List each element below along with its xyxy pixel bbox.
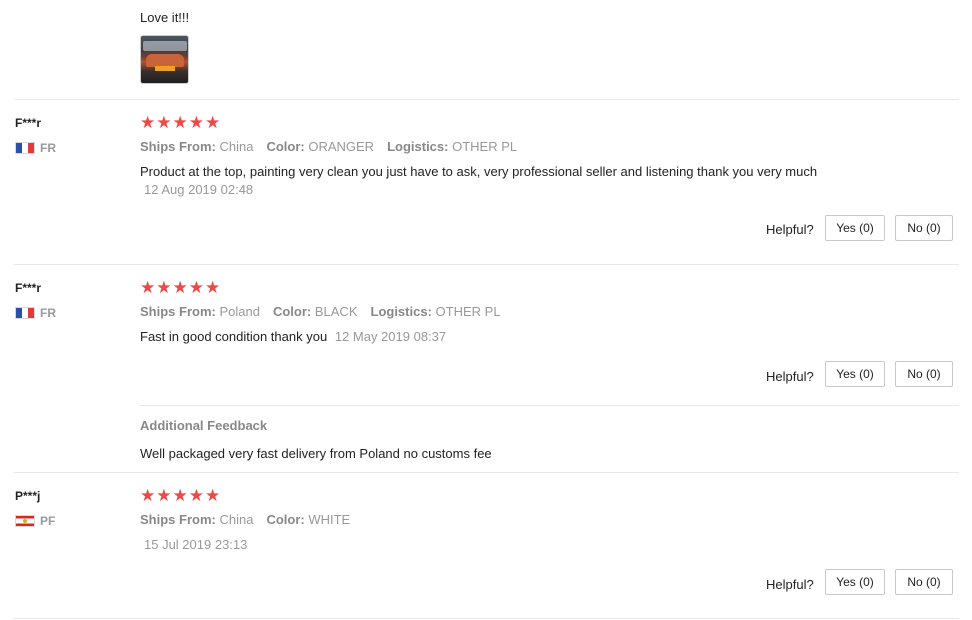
logistics-value: OTHER PL [435, 304, 501, 319]
french-polynesia-flag-icon [15, 515, 35, 527]
ships-from-label: Ships From: [140, 304, 216, 319]
divider [14, 472, 959, 473]
additional-feedback-text: Well packaged very fast delivery from Po… [140, 446, 492, 461]
helpful-yes-button[interactable]: Yes (0) [825, 569, 885, 595]
helpful-no-button[interactable]: No (0) [895, 215, 953, 241]
ships-from-label: Ships From: [140, 139, 216, 154]
divider [14, 618, 959, 619]
color-label: Color: [272, 304, 312, 319]
color-label: Color: [266, 139, 305, 154]
france-flag-icon [15, 307, 35, 319]
color-value: WHITE [308, 512, 351, 527]
ships-from-label: Ships From: [140, 512, 216, 527]
logistics-value: OTHER PL [452, 139, 518, 154]
helpful-no-button[interactable]: No (0) [895, 569, 953, 595]
logistics-label: Logistics: [387, 139, 449, 154]
reviewer-country: FR [15, 141, 56, 155]
divider [14, 99, 959, 100]
country-code: FR [40, 141, 56, 155]
color-value: BLACK [314, 304, 358, 319]
review-text-line: Fast in good condition thank you 12 May … [140, 329, 446, 344]
helpful-label: Helpful? [766, 222, 814, 237]
reviewer-name: P***j [15, 489, 41, 503]
review-date: 12 Aug 2019 02:48 [144, 182, 254, 197]
helpful-yes-button[interactable]: Yes (0) [825, 361, 885, 387]
review-photo-thumbnail[interactable] [140, 35, 189, 84]
star-rating: ★★★★★ [140, 278, 222, 297]
color-value: ORANGER [308, 139, 375, 154]
review-meta: Ships From: Poland Color: BLACK Logistics:… [140, 304, 501, 319]
review-date: 12 May 2019 08:37 [334, 329, 447, 344]
country-code: PF [40, 514, 56, 528]
color-label: Color: [266, 512, 305, 527]
helpful-label: Helpful? [766, 369, 814, 384]
review-date: 15 Jul 2019 23:13 [144, 537, 248, 552]
france-flag-icon [15, 142, 35, 154]
helpful-no-button[interactable]: No (0) [895, 361, 953, 387]
ships-from-value: Poland [219, 304, 260, 319]
star-rating: ★★★★★ [140, 486, 222, 505]
additional-feedback-title: Additional Feedback [140, 418, 268, 433]
divider [14, 264, 959, 265]
ships-from-value: China [219, 512, 254, 527]
country-code: FR [40, 306, 56, 320]
helpful-yes-button[interactable]: Yes (0) [825, 215, 885, 241]
review-text: Product at the top, painting very clean … [140, 164, 818, 179]
helpful-label: Helpful? [766, 577, 814, 592]
reviewer-country: FR [15, 306, 56, 320]
review-meta: Ships From: China Color: WHITE [140, 512, 350, 527]
review-text: Fast in good condition thank you [140, 329, 328, 344]
reviewer-name: F***r [15, 116, 42, 130]
star-rating: ★★★★★ [140, 113, 222, 132]
divider [140, 405, 959, 406]
ships-from-value: China [219, 139, 254, 154]
reviewer-name: F***r [15, 281, 42, 295]
reviewer-country: PF [15, 514, 55, 528]
review-text: Love it!!! [140, 10, 190, 25]
logistics-label: Logistics: [370, 304, 432, 319]
review-meta: Ships From: China Color: ORANGER Logistics… [140, 139, 517, 154]
